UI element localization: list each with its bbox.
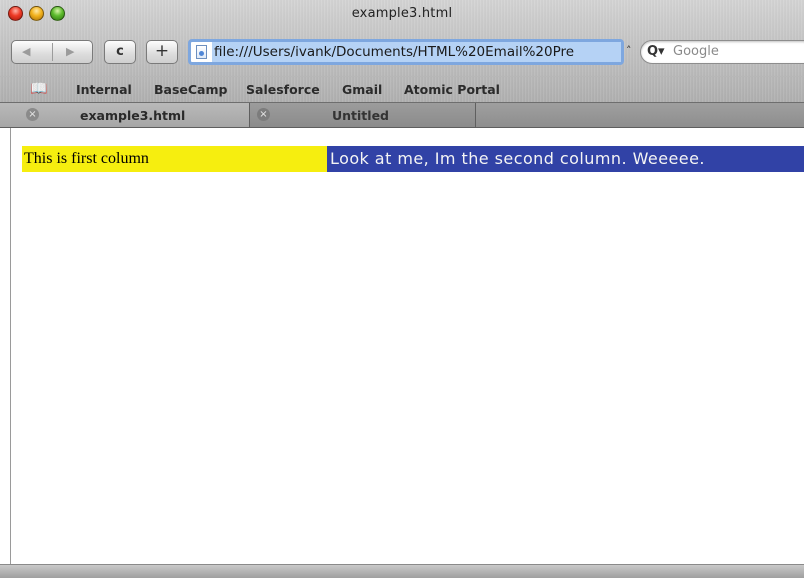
tab-bar: × example3.html × Untitled xyxy=(0,102,804,128)
first-column: This is first column xyxy=(22,146,327,172)
toolbar: ◀ ▶ c + file:///Users/ivank/Documents/HT… xyxy=(0,30,804,76)
tab-example3[interactable]: × example3.html xyxy=(0,103,250,127)
search-icon[interactable]: Q▾ xyxy=(647,44,665,59)
address-dropdown-icon[interactable]: ˄ xyxy=(626,44,632,57)
tab-bar-empty-space xyxy=(476,103,804,127)
tab-label: example3.html xyxy=(80,108,186,123)
search-placeholder: Google xyxy=(673,44,719,59)
address-input[interactable]: file:///Users/ivank/Documents/HTML%20Ema… xyxy=(212,42,621,62)
tab-untitled[interactable]: × Untitled xyxy=(250,103,476,127)
page-icon xyxy=(196,45,207,59)
search-field[interactable]: Q▾ Google xyxy=(640,40,804,64)
bookmark-atomic-portal[interactable]: Atomic Portal xyxy=(404,82,500,97)
close-tab-icon[interactable]: × xyxy=(26,108,39,121)
tab-label: Untitled xyxy=(332,108,389,123)
page-content: This is first column Look at me, Im the … xyxy=(10,128,804,564)
second-column: Look at me, Im the second column. Weeeee… xyxy=(327,146,804,172)
back-arrow-icon[interactable]: ◀ xyxy=(22,41,30,63)
address-bar[interactable]: file:///Users/ivank/Documents/HTML%20Ema… xyxy=(188,39,624,65)
back-forward-control: ◀ ▶ xyxy=(11,40,93,64)
bookmark-gmail[interactable]: Gmail xyxy=(342,82,382,97)
forward-arrow-icon[interactable]: ▶ xyxy=(66,41,74,63)
bookmark-salesforce[interactable]: Salesforce xyxy=(246,82,320,97)
browser-chrome: example3.html ◀ ▶ c + file:///Users/ivan… xyxy=(0,0,804,113)
close-window-button[interactable] xyxy=(8,6,23,21)
zoom-window-button[interactable] xyxy=(50,6,65,21)
bookmark-basecamp[interactable]: BaseCamp xyxy=(154,82,227,97)
back-forward-divider xyxy=(52,43,53,61)
window-title: example3.html xyxy=(351,6,453,21)
reload-button[interactable]: c xyxy=(104,40,136,64)
title-bar: example3.html xyxy=(0,0,804,30)
browser-window: example3.html ◀ ▶ c + file:///Users/ivan… xyxy=(0,0,804,578)
bookmark-internal[interactable]: Internal xyxy=(76,82,132,97)
bookmarks-book-icon[interactable]: 📖 xyxy=(30,81,47,97)
status-bar xyxy=(0,564,804,578)
close-tab-icon[interactable]: × xyxy=(257,108,270,121)
add-bookmark-button[interactable]: + xyxy=(146,40,178,64)
bookmarks-bar: 📖 Internal BaseCamp Salesforce Gmail Ato… xyxy=(0,76,804,102)
minimize-window-button[interactable] xyxy=(29,6,44,21)
